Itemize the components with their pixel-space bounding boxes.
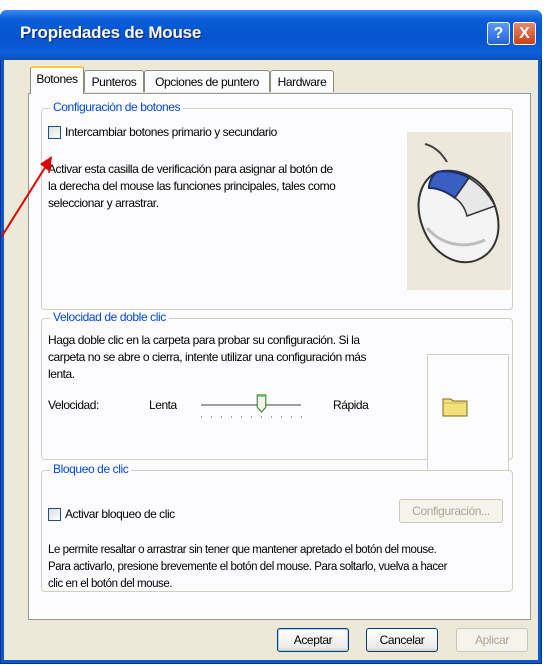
help-icon: ? bbox=[493, 24, 504, 42]
click-lock-description-line1: Le permite resaltar o arrastrar sin tene… bbox=[48, 544, 437, 556]
slider-thumb[interactable] bbox=[256, 394, 267, 413]
click-lock-checkbox[interactable] bbox=[48, 508, 61, 521]
double-click-description-line1: Haga doble clic en la carpeta para proba… bbox=[48, 333, 360, 347]
slider-tick bbox=[301, 416, 302, 418]
swap-description-line2: la derecha del mouse las funciones princ… bbox=[48, 179, 336, 193]
click-lock-settings-button[interactable]: Configuración... bbox=[399, 499, 503, 523]
button-label: Aceptar bbox=[293, 633, 333, 647]
button-label: Aplicar bbox=[475, 633, 509, 647]
swap-description-line1: Activar esta casilla de verificación par… bbox=[48, 162, 333, 176]
tab-botones[interactable]: Botones bbox=[30, 66, 84, 94]
slider-tick bbox=[221, 416, 222, 418]
group-label: Bloqueo de clic bbox=[50, 462, 132, 476]
tab-label: Botones bbox=[36, 72, 78, 86]
tab-label: Punteros bbox=[91, 75, 137, 89]
slider-tick bbox=[211, 416, 212, 418]
tab-hardware[interactable]: Hardware bbox=[270, 70, 334, 92]
slow-label: Lenta bbox=[149, 398, 177, 412]
click-lock-label[interactable]: Activar bloqueo de clic bbox=[65, 506, 175, 522]
folder-icon[interactable] bbox=[442, 395, 468, 417]
tab-label: Hardware bbox=[277, 75, 327, 89]
mouse-icon bbox=[417, 143, 500, 264]
speed-label: Velocidad: bbox=[48, 398, 99, 412]
click-lock-description-line3: clic en el botón del mouse. bbox=[48, 578, 173, 590]
click-lock-description-line2: Para activarlo, presione brevemente el b… bbox=[48, 561, 447, 573]
slider-tick bbox=[291, 416, 292, 418]
mouse-properties-window: Propiedades de Mouse ? X Botones Puntero… bbox=[0, 10, 542, 664]
tab-panel-botones: Configuración de botones Intercambiar bo… bbox=[28, 93, 531, 620]
double-click-description-line3: lenta. bbox=[48, 367, 75, 381]
double-click-speed-slider[interactable] bbox=[201, 404, 301, 407]
button-label: Cancelar bbox=[379, 633, 425, 647]
window-title: Propiedades de Mouse bbox=[20, 23, 202, 42]
tab-punteros[interactable]: Punteros bbox=[84, 70, 144, 92]
slider-tick bbox=[231, 416, 232, 418]
dialog-client-area: Botones Punteros Opciones de puntero Har… bbox=[4, 60, 538, 660]
button-label: Configuración... bbox=[412, 504, 490, 518]
tab-opciones-de-puntero[interactable]: Opciones de puntero bbox=[144, 70, 270, 92]
close-button[interactable]: X bbox=[513, 22, 536, 45]
tab-label: Opciones de puntero bbox=[155, 75, 259, 89]
ok-button[interactable]: Aceptar bbox=[277, 628, 349, 652]
swap-buttons-label[interactable]: Intercambiar botones primario y secundar… bbox=[65, 124, 277, 140]
slider-tick bbox=[241, 416, 242, 418]
test-folder-area[interactable] bbox=[427, 354, 509, 471]
fast-label: Rápida bbox=[333, 398, 369, 412]
group-label: Configuración de botones bbox=[50, 100, 184, 114]
mouse-preview bbox=[407, 132, 511, 290]
annotation-arrow bbox=[1, 156, 52, 237]
title-bar[interactable]: Propiedades de Mouse ? X bbox=[0, 10, 542, 60]
swap-description-line3: seleccionar y arrastrar. bbox=[48, 196, 159, 210]
slider-tick bbox=[251, 416, 252, 418]
slider-tick bbox=[281, 416, 282, 418]
slider-tick bbox=[271, 416, 272, 418]
slider-tick bbox=[201, 416, 202, 418]
slider-tick bbox=[261, 416, 262, 418]
cancel-button[interactable]: Cancelar bbox=[366, 628, 438, 652]
swap-buttons-checkbox[interactable] bbox=[48, 126, 61, 139]
group-label: Velocidad de doble clic bbox=[50, 310, 169, 324]
help-button[interactable]: ? bbox=[487, 22, 510, 45]
apply-button[interactable]: Aplicar bbox=[456, 628, 528, 652]
close-icon: X bbox=[519, 24, 530, 42]
double-click-description-line2: carpeta no se abre o cierra, intente uti… bbox=[48, 350, 367, 364]
